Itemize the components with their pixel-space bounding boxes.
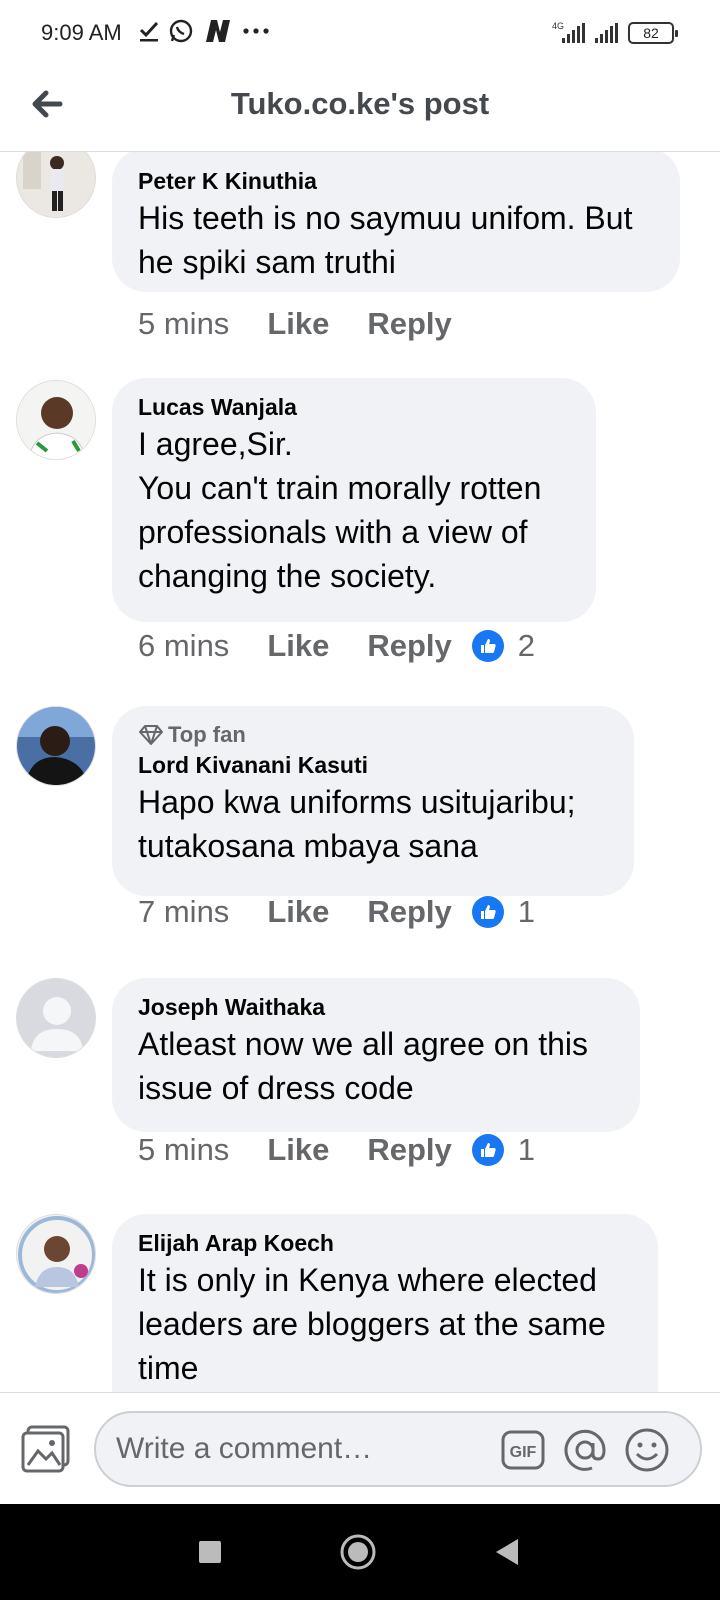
comment-author[interactable]: Joseph Waithaka <box>138 992 614 1022</box>
reaction-summary[interactable]: 1 <box>471 1132 536 1168</box>
avatar[interactable] <box>16 1214 96 1294</box>
comment-bubble[interactable]: Lucas Wanjala I agree,Sir. You can't tra… <box>112 378 596 622</box>
comment-actions: 7 mins Like Reply 1 <box>138 894 535 930</box>
comment-input[interactable] <box>116 1413 476 1485</box>
reply-button[interactable]: Reply <box>367 1132 451 1168</box>
comment-bubble[interactable]: Top fan Lord Kivanani Kasuti Hapo kwa un… <box>112 706 634 896</box>
reply-button[interactable]: Reply <box>367 306 451 342</box>
avatar[interactable] <box>16 152 96 218</box>
reaction-summary[interactable]: 1 <box>471 894 536 930</box>
emoji-icon[interactable] <box>624 1427 670 1473</box>
battery-icon: 82 <box>628 22 678 44</box>
like-button[interactable]: Like <box>267 894 329 930</box>
back-icon[interactable] <box>488 1532 528 1572</box>
reply-button[interactable]: Reply <box>367 894 451 930</box>
recent-apps-icon[interactable] <box>190 1532 230 1572</box>
like-reaction-icon <box>471 630 504 662</box>
comment-text-line: leaders are bloggers at the same <box>138 1306 606 1342</box>
comment-item: Joseph Waithaka Atleast now we all agree… <box>0 978 720 1208</box>
reply-button[interactable]: Reply <box>367 628 451 664</box>
comment-text-line: time <box>138 1350 199 1386</box>
page-title: Tuko.co.ke's post <box>230 86 490 121</box>
signal-icon: 4G <box>552 21 585 43</box>
comment-composer: GIF <box>0 1392 720 1504</box>
battery-level: 82 <box>643 25 659 41</box>
comment-input-box[interactable]: GIF <box>94 1411 702 1487</box>
comment-bubble[interactable]: Peter K Kinuthia His teeth is no saymuu … <box>112 152 680 292</box>
comment-item: Peter K Kinuthia His teeth is no saymuu … <box>0 152 720 352</box>
comment-text-line: I agree,Sir. <box>138 426 293 462</box>
comment-bubble[interactable]: Elijah Arap Koech It is only in Kenya wh… <box>112 1214 658 1392</box>
comment-text-line: tutakosana mbaya sana <box>138 828 478 864</box>
comment-text-line: It is only in Kenya where elected <box>138 1262 597 1298</box>
check-icon <box>139 21 159 42</box>
comment-time: 7 mins <box>138 894 230 929</box>
svg-text:GIF: GIF <box>510 1444 537 1461</box>
reaction-summary[interactable]: 2 <box>471 628 536 664</box>
comment-time: 6 mins <box>138 628 230 663</box>
comment-text-line: His teeth is no saymuu unifom. But <box>138 200 633 236</box>
home-icon[interactable] <box>338 1532 378 1572</box>
comment-text-line: professionals with a view of <box>138 514 528 550</box>
comment-text-line: You can't train morally rotten <box>138 470 542 506</box>
status-notification-icons <box>138 18 270 44</box>
like-button[interactable]: Like <box>267 628 329 664</box>
comment-item: Top fan Lord Kivanani Kasuti Hapo kwa un… <box>0 706 720 966</box>
comment-text-line: issue of dress code <box>138 1070 414 1106</box>
avatar[interactable] <box>16 380 96 460</box>
comment-text-line: he spiki sam truthi <box>138 244 396 280</box>
status-time: 9:09 AM <box>41 20 122 45</box>
gif-icon[interactable]: GIF <box>500 1427 546 1473</box>
comment-author[interactable]: Lord Kivanani Kasuti <box>138 750 608 780</box>
comment-actions: 5 mins Like Reply 1 <box>138 1132 535 1168</box>
reaction-count: 1 <box>517 894 536 929</box>
status-system-icons: 4G 82 <box>552 21 678 44</box>
avatar[interactable] <box>16 706 96 786</box>
comment-time: 5 mins <box>138 1132 230 1167</box>
signal-icon-2 <box>595 23 618 43</box>
post-header: Tuko.co.ke's post <box>0 68 720 152</box>
comment-text-line: changing the society. <box>138 558 437 594</box>
top-fan-badge: Top fan <box>138 720 608 750</box>
comment-text-line: Atleast now we all agree on this <box>138 1026 589 1062</box>
mention-icon[interactable] <box>562 1427 608 1473</box>
avatar[interactable] <box>16 978 96 1058</box>
network-label: 4G <box>552 21 565 31</box>
comment-actions: 6 mins Like Reply 2 <box>138 628 535 664</box>
comment-time: 5 mins <box>138 306 230 341</box>
comment-author[interactable]: Elijah Arap Koech <box>138 1228 632 1258</box>
system-navigation-bar <box>0 1504 720 1600</box>
like-button[interactable]: Like <box>267 306 329 342</box>
like-reaction-icon <box>471 1134 504 1166</box>
reaction-count: 1 <box>517 1132 536 1167</box>
reaction-count: 2 <box>517 628 536 663</box>
comment-author[interactable]: Lucas Wanjala <box>138 392 570 422</box>
comment-item: Elijah Arap Koech It is only in Kenya wh… <box>0 1214 720 1392</box>
comment-actions: 5 mins Like Reply <box>138 306 472 342</box>
comment-item: Lucas Wanjala I agree,Sir. You can't tra… <box>0 378 720 678</box>
status-bar: 9:09 AM 4G 82 <box>0 0 720 68</box>
photo-icon[interactable] <box>20 1423 72 1475</box>
like-reaction-icon <box>471 896 504 928</box>
comment-text-line: Hapo kwa uniforms usitujaribu; <box>138 784 576 820</box>
whatsapp-icon <box>169 19 193 43</box>
diamond-icon <box>139 725 163 745</box>
top-fan-label: Top fan <box>168 722 246 747</box>
n-app-icon <box>206 20 230 42</box>
comment-bubble[interactable]: Joseph Waithaka Atleast now we all agree… <box>112 978 640 1132</box>
comment-author[interactable]: Peter K Kinuthia <box>138 166 654 196</box>
more-dots-icon <box>243 28 269 34</box>
like-button[interactable]: Like <box>267 1132 329 1168</box>
